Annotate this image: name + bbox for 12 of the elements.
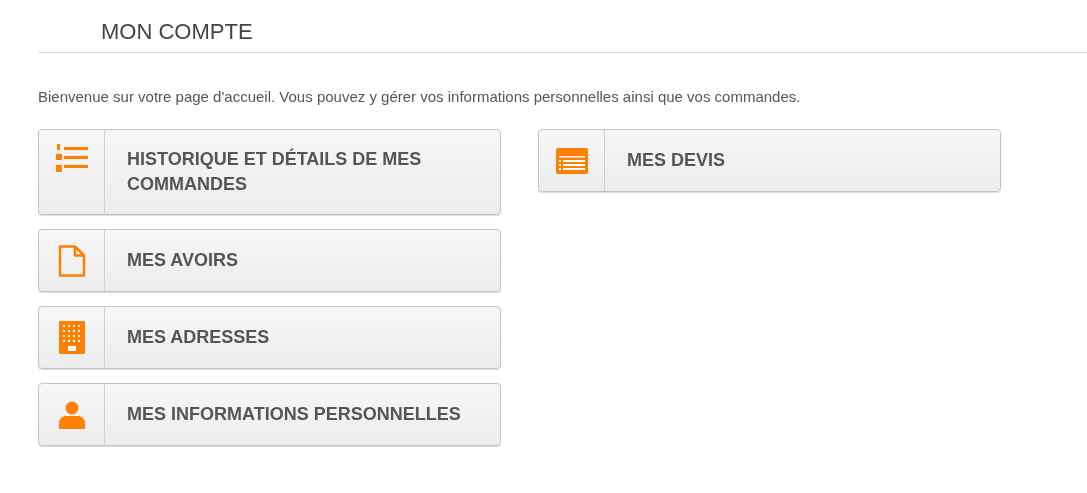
document-icon [57, 244, 86, 277]
menu-button[interactable]: MES AVOIRS [38, 229, 501, 292]
building-icon [58, 321, 85, 354]
page-title: MON COMPTE [101, 18, 253, 46]
menu-button[interactable]: HISTORIQUE ET DÉTAILS DE MES COMMANDES [38, 129, 501, 215]
list-card-icon [555, 147, 588, 174]
numbered-list-icon [55, 143, 88, 173]
menu-button[interactable]: MES DEVIS [538, 129, 1001, 192]
menu-button[interactable]: MES INFORMATIONS PERSONNELLES [38, 383, 501, 446]
person-icon [58, 400, 85, 429]
intro-text: Bienvenue sur votre page d'accueil. Vous pouvez y gérer vos informations personnelles ainsi que vos commandes. [38, 87, 801, 107]
menu-button[interactable]: MES ADRESSES [38, 306, 501, 369]
